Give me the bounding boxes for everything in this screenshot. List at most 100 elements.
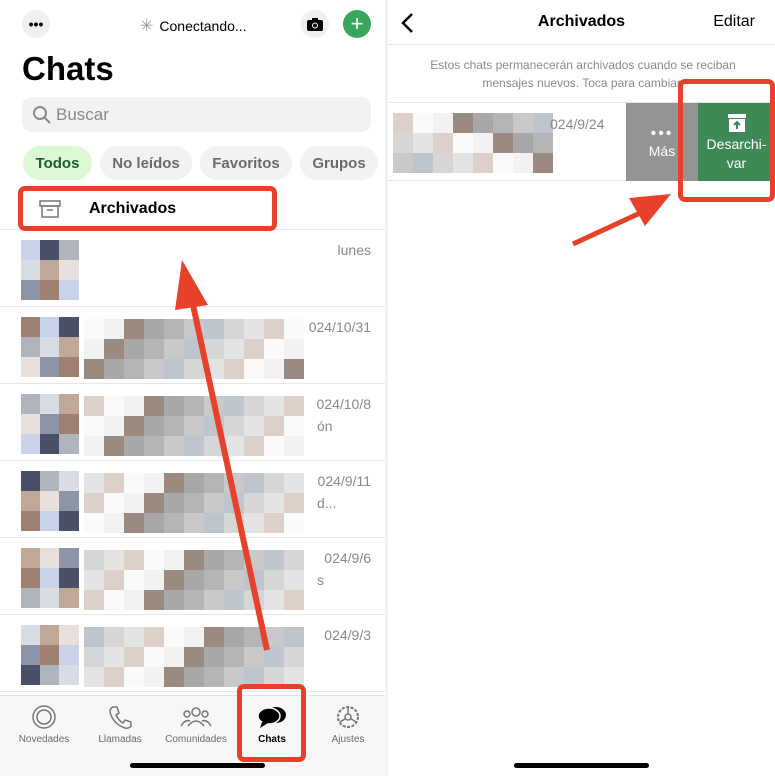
blur-pixel [104,550,124,570]
highlight-archived [18,186,277,231]
blur-pixel [21,317,41,337]
tab-llamadas[interactable]: Llamadas [85,704,155,745]
blur-pixel [413,133,433,153]
blur-pixel [284,436,304,456]
phone-icon [109,706,132,729]
blur-pixel [84,627,104,647]
blur-pixel [473,153,493,173]
home-indicator [130,763,265,768]
home-indicator [514,763,649,768]
blur-pixel [84,667,104,687]
blur-pixel [144,647,164,667]
blur-pixel [393,113,413,133]
blur-pixel [413,113,433,133]
tab-ajustes[interactable]: Ajustes [313,704,383,745]
blur-pixel [84,359,104,379]
chat-preview: ón [317,418,333,434]
blur-pixel [59,394,79,414]
blur-pixel [59,414,79,434]
blur-pixel [513,113,533,133]
blur-pixel [40,240,60,260]
connection-status: ✳ Conectando... [140,18,247,35]
blur-pixel [40,511,60,531]
blur-pixel [104,319,124,339]
blur-pixel [21,548,41,568]
blur-pixel [59,568,79,588]
search-input[interactable]: Buscar [22,97,371,132]
blur-pixel [84,396,104,416]
blur-pixel [124,436,144,456]
blur-pixel [473,113,493,133]
blur-pixel [144,359,164,379]
edit-button[interactable]: Editar [713,13,755,31]
blur-pixel [284,570,304,590]
blur-pixel [124,339,144,359]
blur-pixel [284,319,304,339]
blur-pixel [84,647,104,667]
blur-pixel [40,337,60,357]
filter-favoritos[interactable]: Favoritos [200,146,292,180]
avatar [21,471,79,531]
new-chat-button[interactable]: + [343,10,371,38]
blur-pixel [84,319,104,339]
blur-pixel [284,416,304,436]
blur-pixel [40,548,60,568]
blur-pixel [413,153,433,173]
blur-pixel [144,493,164,513]
tab-comunidades[interactable]: Comunidades [161,704,231,745]
tab-novedades[interactable]: Novedades [9,704,79,745]
avatar [21,625,79,685]
blur-pixel [21,357,41,377]
camera-button[interactable] [301,10,329,38]
blur-pixel [124,513,144,533]
blur-pixel [59,665,79,685]
blur-pixel [144,339,164,359]
blur-pixel [40,491,60,511]
blur-pixel [284,493,304,513]
more-options-button[interactable]: ••• [22,10,50,38]
blur-pixel [144,667,164,687]
blur-pixel [84,473,104,493]
blur-pixel [453,153,473,173]
filter-grupos[interactable]: Grupos [300,146,378,180]
blur-pixel [104,667,124,687]
blur-pixel [59,317,79,337]
blur-pixel [84,570,104,590]
blur-pixel [21,260,41,280]
blurred-chat-content [393,113,553,173]
chat-date: 024/9/11 [317,473,371,489]
blur-pixel [144,590,164,610]
filter-no-leidos[interactable]: No leídos [100,146,192,180]
blur-pixel [144,436,164,456]
chat-date: 024/10/8 [316,396,372,412]
blur-pixel [473,133,493,153]
blur-pixel [21,337,41,357]
avatar [21,240,79,300]
blur-pixel [533,153,553,173]
blur-pixel [124,550,144,570]
blur-pixel [513,133,533,153]
avatar [21,394,79,454]
blur-pixel [104,473,124,493]
annotation-arrow [571,194,671,247]
camera-icon [307,17,323,31]
blur-pixel [104,590,124,610]
blur-pixel [144,627,164,647]
blur-pixel [533,133,553,153]
blur-pixel [84,513,104,533]
blur-pixel [124,667,144,687]
blur-pixel [59,491,79,511]
blur-pixel [40,317,60,337]
blur-pixel [59,357,79,377]
blur-pixel [59,434,79,454]
filter-todos[interactable]: Todos [23,146,92,180]
blur-pixel [104,416,124,436]
blur-pixel [40,588,60,608]
blur-pixel [40,394,60,414]
blur-pixel [284,590,304,610]
chat-date: lunes [337,242,371,258]
blur-pixel [284,339,304,359]
blur-pixel [59,645,79,665]
communities-icon [180,707,212,727]
plus-icon: + [350,11,364,36]
